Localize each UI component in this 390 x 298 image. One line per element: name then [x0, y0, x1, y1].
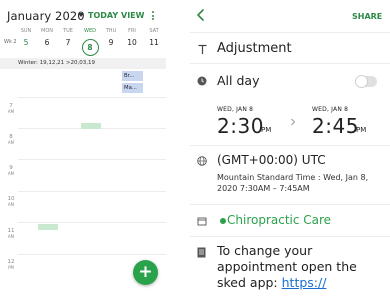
- event-chip[interactable]: Br...: [122, 71, 143, 81]
- back-arrow-icon[interactable]: [194, 8, 208, 22]
- toggle-knob: [355, 75, 368, 88]
- hour-line: [18, 159, 166, 160]
- calendar-dot-icon: [220, 218, 226, 224]
- event-detail-panel: SHARE Adjustment All day WED, JAN 8 2:30…: [190, 0, 390, 298]
- panel-divider: [166, 0, 190, 298]
- timezone-detail: Mountain Standard Time : Wed, Jan 8, 202…: [217, 173, 369, 193]
- day-name: SUN: [20, 28, 32, 34]
- day-number: 6: [44, 38, 50, 47]
- divider: [190, 145, 390, 146]
- day-number: 9: [108, 38, 114, 47]
- divider: [190, 63, 390, 64]
- day-name: MON: [41, 28, 53, 34]
- day-number: 5: [23, 38, 29, 47]
- allday-event-winter[interactable]: Winter: 19,12,21 >20,03,19: [18, 60, 95, 66]
- hour-label: 12 PM: [7, 259, 15, 270]
- month-dropdown-caret-icon[interactable]: [78, 13, 84, 17]
- day-fri[interactable]: FRI 10: [122, 28, 142, 51]
- globe-icon: [197, 156, 207, 166]
- end-date[interactable]: WED, JAN 8: [312, 106, 348, 113]
- hour-label: 11 AM: [7, 228, 15, 239]
- day-sun[interactable]: SUN 5: [16, 28, 36, 51]
- end-ampm: PM: [356, 126, 367, 134]
- add-event-button[interactable]: +: [133, 260, 158, 285]
- day-name: TUE: [63, 28, 73, 34]
- hour-label: 10 AM: [7, 196, 15, 207]
- month-title[interactable]: January 2020: [7, 9, 85, 23]
- view-button[interactable]: VIEW: [121, 11, 144, 20]
- hour-label: 8 AM: [7, 134, 15, 145]
- hour-label: 7 AM: [7, 103, 15, 114]
- divider: [190, 204, 390, 205]
- week-header: Wk 2 SUN 5 MON 6 TUE 7 WED 8 THU 9 FRI 1…: [0, 28, 166, 58]
- day-name: THU: [105, 28, 117, 34]
- calendar-name[interactable]: Chiropractic Care: [227, 213, 331, 227]
- hour-line: [18, 191, 166, 192]
- day-name: SAT: [149, 28, 159, 34]
- allday-events-strip[interactable]: Winter: 19,12,21 >20,03,19: [0, 58, 166, 69]
- day-wed-selected[interactable]: WED 8: [80, 28, 100, 56]
- notes-link[interactable]: https://: [282, 275, 327, 290]
- calendar-panel: January 2020 TODAY VIEW Wk 2 SUN 5 MON 6…: [0, 0, 166, 298]
- day-number: 11: [149, 38, 159, 47]
- event-title[interactable]: Adjustment: [217, 41, 292, 56]
- end-time[interactable]: 2:45: [312, 114, 359, 138]
- start-ampm: PM: [261, 126, 272, 134]
- week-number: Wk 2: [4, 39, 17, 45]
- day-number: 8: [81, 39, 99, 56]
- day-name: WED: [84, 28, 96, 34]
- timezone-selector[interactable]: (GMT+00:00) UTC: [217, 153, 326, 167]
- day-number: 7: [65, 38, 71, 47]
- hour-line: [18, 97, 166, 98]
- day-number: 10: [127, 38, 137, 47]
- hour-line: [18, 222, 166, 223]
- divider: [190, 32, 390, 33]
- hour-line: [18, 254, 166, 255]
- event-notes[interactable]: To change your appointment open the sked…: [217, 243, 389, 291]
- share-button[interactable]: SHARE: [352, 12, 382, 21]
- text-t-icon: [198, 44, 207, 54]
- day-thu[interactable]: THU 9: [101, 28, 121, 51]
- allday-label: All day: [217, 73, 260, 88]
- calendar-icon: [197, 217, 207, 226]
- notes-icon: [197, 247, 206, 258]
- day-name: FRI: [128, 28, 136, 34]
- day-tue[interactable]: TUE 7: [58, 28, 78, 51]
- more-vert-icon[interactable]: [149, 10, 157, 22]
- today-button[interactable]: TODAY: [88, 11, 118, 20]
- start-date[interactable]: WED, JAN 8: [217, 106, 253, 113]
- day-sat[interactable]: SAT 11: [144, 28, 164, 51]
- clock-icon: [197, 76, 207, 86]
- day-mon[interactable]: MON 6: [37, 28, 57, 51]
- start-time[interactable]: 2:30: [217, 114, 264, 138]
- chevron-right-icon: [291, 118, 296, 126]
- timed-event[interactable]: [38, 224, 58, 230]
- divider: [190, 236, 390, 237]
- timed-event[interactable]: [81, 123, 101, 129]
- allday-toggle[interactable]: [355, 75, 377, 88]
- hour-label: 9 AM: [7, 165, 15, 176]
- event-chip[interactable]: Ma...: [122, 83, 143, 93]
